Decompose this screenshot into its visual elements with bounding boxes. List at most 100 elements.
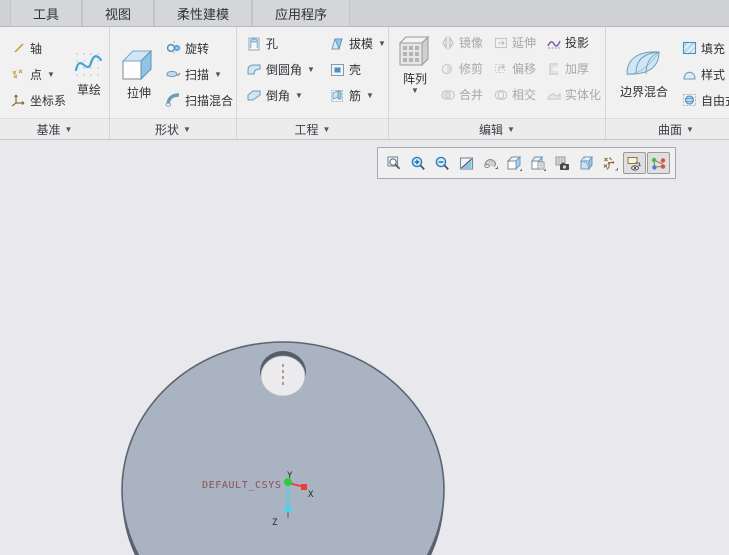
extend-button[interactable]: 延伸: [490, 30, 539, 55]
tab-applications[interactable]: 应用程序: [252, 0, 351, 26]
chevron-down-icon[interactable]: ▼: [378, 39, 386, 48]
rib-label: 筋: [348, 89, 361, 103]
view-toolbar: [377, 147, 676, 179]
axis-icon: [11, 40, 27, 56]
group-edit-footer[interactable]: 编辑 ▼: [389, 118, 605, 139]
display-style-icon[interactable]: [503, 152, 526, 174]
zoom-out-icon[interactable]: [431, 152, 454, 174]
datum-csys-button[interactable]: 坐标系: [8, 88, 69, 113]
annotation-display-icon[interactable]: [623, 152, 646, 174]
chevron-down-icon[interactable]: ▼: [47, 70, 55, 79]
pattern-label: 阵列: [402, 72, 427, 86]
thicken-label: 加厚: [565, 62, 590, 76]
merge-label: 合并: [459, 88, 484, 102]
trim-icon: [440, 61, 456, 77]
group-engineering: 孔 倒圆角 ▼ 倒角 ▼ 拔模 ▼ 壳 筋 ▼ 工程 ▼: [237, 27, 389, 139]
group-engineering-footer[interactable]: 工程 ▼: [237, 118, 388, 139]
extrude-label: 拉伸: [126, 86, 151, 100]
rib-button[interactable]: 筋 ▼: [326, 83, 389, 108]
refit-icon[interactable]: [455, 152, 478, 174]
style-label: 样式: [701, 67, 726, 82]
chevron-down-icon[interactable]: ▼: [295, 91, 303, 100]
datum-point-button[interactable]: 点 ▼: [8, 62, 69, 87]
spin-center-icon[interactable]: [479, 152, 502, 174]
group-shapes-footer[interactable]: 形状 ▼: [110, 118, 236, 139]
merge-button[interactable]: 合并: [437, 82, 486, 107]
group-surface: 边界混合 填充 样式 自由 曲面 ▼: [606, 27, 729, 139]
project-label: 投影: [565, 36, 590, 50]
view-manager-icon[interactable]: [551, 152, 574, 174]
group-shapes-label: 形状: [155, 122, 180, 137]
style-button[interactable]: 样式: [678, 62, 729, 87]
freestyle-button[interactable]: 自由式: [678, 88, 729, 113]
sketch-icon: [73, 50, 105, 80]
mirror-button[interactable]: 镜像: [437, 30, 486, 55]
chevron-down-icon[interactable]: ▼: [65, 125, 73, 134]
tab-flex-model[interactable]: 柔性建模: [154, 0, 253, 26]
thicken-button[interactable]: 加厚: [543, 56, 604, 81]
merge-icon: [440, 87, 456, 103]
fill-button[interactable]: 填充: [678, 36, 729, 61]
extrude-button[interactable]: 拉伸: [119, 45, 159, 103]
swept-blend-button[interactable]: 扫描混合: [162, 88, 236, 113]
offset-label: 偏移: [512, 62, 537, 76]
revolve-button[interactable]: 旋转: [162, 36, 236, 61]
chevron-down-icon[interactable]: ▼: [366, 91, 374, 100]
group-edit-label: 编辑: [479, 122, 504, 137]
chevron-down-icon[interactable]: ▼: [183, 125, 191, 134]
tab-flex-model-label: 柔性建模: [177, 6, 230, 22]
pattern-button[interactable]: 阵列 ▼: [396, 33, 434, 96]
rib-icon: [329, 88, 346, 104]
offset-icon: [493, 61, 509, 77]
chamfer-button[interactable]: 倒角 ▼: [243, 83, 318, 108]
tab-view[interactable]: 视图: [82, 0, 155, 26]
datum-axis-button[interactable]: 轴: [8, 36, 69, 61]
z-axis-handle: [285, 506, 291, 512]
revolve-icon: [165, 40, 182, 56]
tab-tools[interactable]: 工具: [10, 0, 83, 26]
sweep-button[interactable]: 扫描 ▼: [162, 62, 236, 87]
datum-axis-label: 轴: [30, 41, 43, 56]
project-button[interactable]: 投影: [543, 30, 604, 55]
perspective-icon[interactable]: [575, 152, 598, 174]
tab-applications-label: 应用程序: [275, 6, 328, 22]
group-surface-footer[interactable]: 曲面 ▼: [606, 118, 729, 139]
spin-connection-icon[interactable]: [647, 152, 670, 174]
shell-icon: [329, 62, 346, 78]
group-engineering-label: 工程: [294, 122, 319, 137]
round-button[interactable]: 倒圆角 ▼: [243, 57, 318, 82]
intersect-button[interactable]: 相交: [490, 82, 539, 107]
shell-button[interactable]: 壳: [326, 57, 389, 82]
group-datum: 轴 点 ▼ 坐标系 草绘 基准 ▼: [0, 27, 110, 139]
draft-button[interactable]: 拔模 ▼: [326, 31, 389, 56]
zoom-in-icon[interactable]: [407, 152, 430, 174]
y-axis-label: Y: [287, 471, 293, 481]
chevron-down-icon[interactable]: ▼: [214, 70, 222, 79]
solidify-button[interactable]: 实体化: [543, 82, 604, 107]
chevron-down-icon[interactable]: ▼: [307, 65, 315, 74]
chevron-down-icon[interactable]: ▼: [323, 125, 331, 134]
model-viewport[interactable]: Y X Z DEFAULT_CSYS: [0, 140, 729, 555]
saved-views-icon[interactable]: [527, 152, 550, 174]
trim-button[interactable]: 修剪: [437, 56, 486, 81]
fill-icon: [681, 40, 698, 56]
boundary-blend-button[interactable]: 边界混合: [614, 46, 674, 102]
chevron-down-icon[interactable]: ▼: [686, 125, 694, 134]
intersect-icon: [493, 87, 509, 103]
sweep-icon: [165, 66, 182, 82]
sketch-button[interactable]: 草绘: [73, 48, 105, 100]
hole-button[interactable]: 孔: [243, 31, 318, 56]
sketch-label: 草绘: [77, 83, 102, 97]
chevron-down-icon[interactable]: ▼: [411, 87, 419, 95]
intersect-label: 相交: [512, 88, 537, 102]
offset-button[interactable]: 偏移: [490, 56, 539, 81]
datum-display-icon[interactable]: [599, 152, 622, 174]
x-axis-handle: [301, 484, 307, 490]
draft-icon: [329, 36, 346, 52]
zoom-to-region-icon[interactable]: [383, 152, 406, 174]
chevron-down-icon[interactable]: ▼: [507, 125, 515, 134]
hole-icon: [246, 36, 263, 52]
group-datum-footer[interactable]: 基准 ▼: [0, 118, 109, 139]
graphics-canvas[interactable]: Y X Z DEFAULT_CSYS: [0, 140, 729, 555]
extrude-icon: [119, 47, 159, 83]
